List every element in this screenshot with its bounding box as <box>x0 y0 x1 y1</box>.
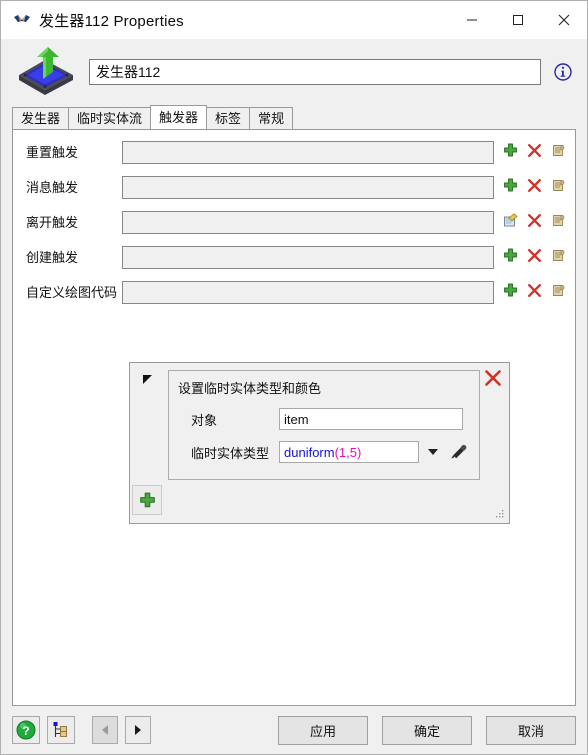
resize-grip-icon[interactable] <box>493 508 505 520</box>
add-icon[interactable] <box>502 177 519 194</box>
code-function-token: duniform <box>284 444 335 460</box>
row-icons <box>502 243 575 264</box>
close-button[interactable] <box>541 1 587 39</box>
source-object-icon <box>15 45 77 99</box>
footer-bar: ? 应用 确定 取消 <box>1 706 587 754</box>
tab-labels[interactable]: 标签 <box>206 107 251 129</box>
exit-trigger-field[interactable] <box>122 211 494 234</box>
table-row: 自定义绘图代码 <box>13 278 575 313</box>
delete-icon[interactable] <box>526 282 543 299</box>
window-controls <box>449 1 587 39</box>
row-label-message-trigger: 消息触发 <box>26 180 79 195</box>
row-icons <box>502 208 575 229</box>
table-row: 重置触发 <box>13 138 575 173</box>
row-icons <box>502 278 575 299</box>
collapse-triangle-icon[interactable] <box>143 375 152 384</box>
custom-draw-code-field[interactable] <box>122 281 494 304</box>
eyedropper-icon[interactable] <box>448 442 468 462</box>
delete-icon[interactable] <box>526 212 543 229</box>
add-icon[interactable] <box>502 247 519 264</box>
row-icons <box>502 138 575 159</box>
code-arg1: 1 <box>338 444 347 460</box>
info-icon[interactable] <box>551 60 575 84</box>
add-icon[interactable] <box>502 142 519 159</box>
row-label-reset-trigger: 重置触发 <box>26 145 79 160</box>
script-icon[interactable] <box>550 177 567 194</box>
object-input[interactable] <box>279 408 463 430</box>
table-row: 离开触发 <box>13 208 575 243</box>
itemtype-code-input[interactable]: duniform(1, 5) <box>279 441 419 463</box>
reset-trigger-field[interactable] <box>122 141 494 164</box>
script-icon[interactable] <box>550 282 567 299</box>
tab-source[interactable]: 发生器 <box>12 107 70 129</box>
script-icon[interactable] <box>550 247 567 264</box>
popup-body: 设置临时实体类型和颜色 对象 临时实体类型 duniform(1, 5) <box>168 370 480 480</box>
add-icon[interactable] <box>132 485 162 515</box>
table-row: 消息触发 <box>13 173 575 208</box>
window-title: 发生器112 Properties <box>39 12 184 30</box>
code-arg2: 5 <box>349 444 358 460</box>
tab-flowitem-flow[interactable]: 临时实体流 <box>68 107 152 129</box>
chevron-down-icon[interactable] <box>428 449 438 455</box>
row-icons <box>502 173 575 194</box>
svg-text:?: ? <box>22 724 29 738</box>
add-icon[interactable] <box>502 282 519 299</box>
arrow-right-icon[interactable] <box>125 716 151 744</box>
delete-icon[interactable] <box>526 247 543 264</box>
minimize-button[interactable] <box>449 1 495 39</box>
code-close-paren: ) <box>357 444 362 460</box>
ok-button[interactable]: 确定 <box>382 715 472 745</box>
object-header <box>1 39 587 105</box>
popup-title: 设置临时实体类型和颜色 <box>178 381 322 396</box>
tree-view-icon[interactable] <box>47 716 75 744</box>
message-trigger-field[interactable] <box>122 176 494 199</box>
maximize-button[interactable] <box>495 1 541 39</box>
trigger-rows: 重置触发 消息触发 离开触发 创建触发 自定义绘图代码 <box>13 130 575 313</box>
row-label-exit-trigger: 离开触发 <box>26 215 79 230</box>
properties-window: 发生器112 Properties 发生器112 发生器 临时实体流 触发器 标… <box>0 0 588 755</box>
script-icon[interactable] <box>550 212 567 229</box>
cancel-button[interactable]: 取消 <box>486 715 576 745</box>
exit-trigger-popup: 设置临时实体类型和颜色 对象 临时实体类型 duniform(1, 5) <box>129 362 510 524</box>
delete-icon[interactable] <box>526 177 543 194</box>
row-label-create-trigger: 创建触发 <box>26 250 79 265</box>
arrow-left-icon[interactable] <box>92 716 118 744</box>
form-row-itemtype: 临时实体类型 duniform(1, 5) <box>169 441 479 463</box>
title-bar: 发生器112 Properties <box>1 1 587 39</box>
apply-button[interactable]: 应用 <box>278 715 368 745</box>
close-x-icon[interactable] <box>483 368 503 388</box>
triggers-panel: 重置触发 消息触发 离开触发 创建触发 自定义绘图代码 设置临时实体类型和颜色 … <box>12 129 576 706</box>
itemtype-label: 临时实体类型 <box>191 445 270 461</box>
tab-general[interactable]: 常规 <box>249 107 294 129</box>
create-trigger-field[interactable] <box>122 246 494 269</box>
object-name-input[interactable] <box>89 59 541 85</box>
delete-icon[interactable] <box>526 142 543 159</box>
flexsim-logo-icon <box>12 10 32 30</box>
table-row: 创建触发 <box>13 243 575 278</box>
object-label: 对象 <box>191 412 218 428</box>
tab-triggers[interactable]: 触发器 <box>150 105 208 129</box>
script-icon[interactable] <box>550 142 567 159</box>
form-row-object: 对象 <box>169 408 479 430</box>
tab-strip: 发生器 临时实体流 触发器 标签 常规 <box>1 105 587 129</box>
help-question-icon[interactable]: ? <box>12 716 40 744</box>
edit-properties-icon[interactable] <box>502 212 519 229</box>
row-label-custom-draw-code: 自定义绘图代码 <box>26 285 118 300</box>
